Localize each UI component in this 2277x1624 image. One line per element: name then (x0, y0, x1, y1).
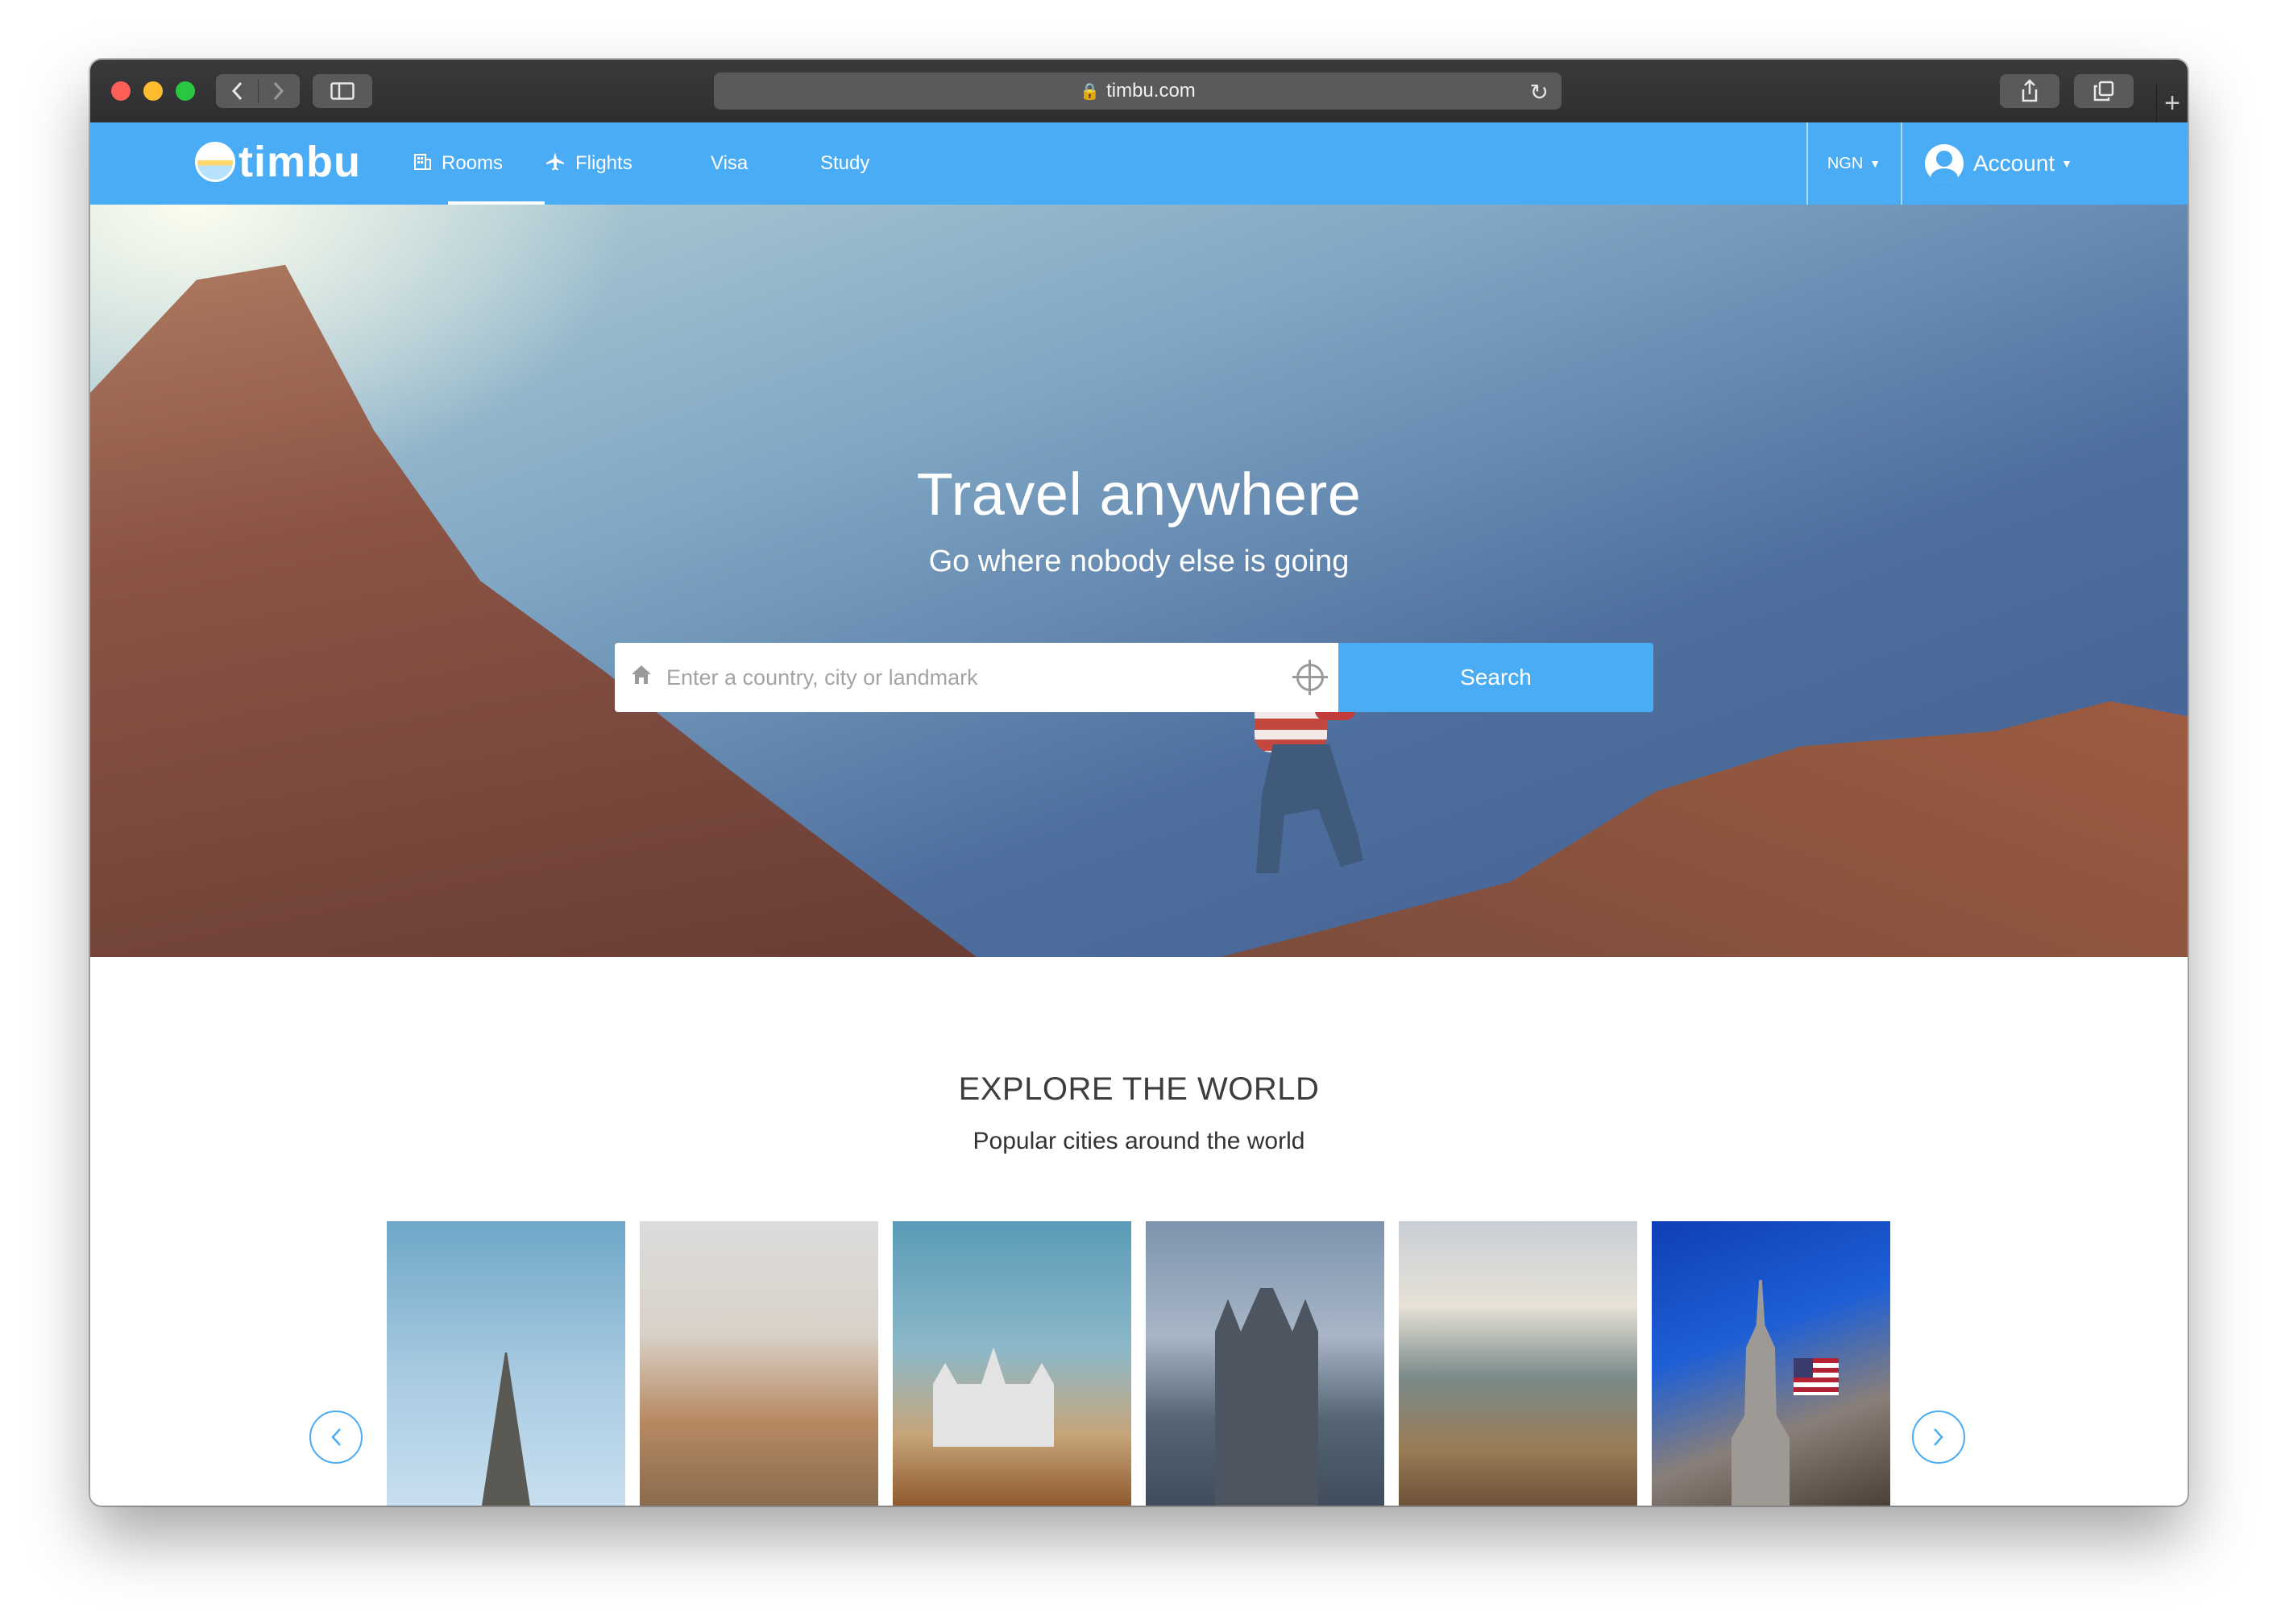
account-label: Account (1973, 151, 2055, 176)
minimize-window-button[interactable] (143, 81, 163, 101)
explore-section-subtitle: Popular cities around the world (973, 1128, 1305, 1154)
site-header: timbu Rooms Flights Visa Study NGN ▼ Acc… (90, 122, 2188, 205)
reload-icon[interactable]: ↻ (1530, 79, 1549, 106)
share-icon (2022, 79, 2038, 102)
currency-label: NGN (1827, 154, 1864, 172)
logo-mark (195, 142, 235, 182)
nav-study-label: Study (820, 152, 870, 174)
carousel-next-button[interactable] (1912, 1411, 1965, 1464)
sidebar-toggle-button[interactable] (313, 74, 372, 108)
city-card-empire-state[interactable] (1652, 1221, 1890, 1506)
city-card-old-town-river[interactable] (640, 1221, 878, 1506)
nav-visa[interactable]: Visa (711, 122, 820, 205)
tower-bridge-image (1215, 1288, 1318, 1506)
city-photo (1399, 1221, 1637, 1506)
search-field (615, 643, 1338, 712)
chevron-left-icon (331, 1428, 341, 1446)
browser-toolbar: 🔒 timbu.com ↻ + (90, 60, 2188, 123)
nav-flights-label: Flights (575, 152, 632, 174)
back-button[interactable] (216, 81, 258, 101)
city-card-coastal-city[interactable] (1399, 1221, 1637, 1506)
maximize-window-button[interactable] (176, 81, 195, 101)
carousel-prev-button[interactable] (309, 1411, 363, 1464)
main-nav: Rooms Flights Visa Study (413, 122, 917, 205)
nav-rooms[interactable]: Rooms (413, 122, 545, 205)
nav-rooms-label: Rooms (442, 152, 504, 174)
hero-background-rock-left (90, 264, 977, 957)
nav-divider (1901, 122, 1902, 205)
destination-search-input[interactable] (665, 652, 1296, 702)
brand-name: timbu (238, 138, 361, 186)
new-tab-button[interactable]: + (2156, 84, 2188, 122)
search-button[interactable]: Search (1338, 643, 1653, 712)
chevron-right-icon (274, 81, 284, 101)
nav-study[interactable]: Study (820, 122, 917, 205)
city-carousel (387, 1221, 1890, 1506)
city-card-castle[interactable] (893, 1221, 1131, 1506)
building-icon (413, 151, 432, 176)
address-bar[interactable]: 🔒 timbu.com ↻ (714, 72, 1562, 110)
nav-flights[interactable]: Flights (545, 122, 711, 205)
city-card-tower-bridge[interactable] (1146, 1221, 1384, 1506)
home-icon (629, 663, 657, 692)
hero-title: Travel anywhere (916, 461, 1362, 528)
show-tabs-button[interactable] (2074, 74, 2134, 108)
browser-window: 🔒 timbu.com ↻ + timbu Rooms Flights Visa… (90, 60, 2188, 1506)
city-photo (640, 1221, 878, 1506)
traveler-legs (1256, 744, 1363, 873)
city-card-eiffel-tower[interactable] (387, 1221, 625, 1506)
chevron-right-icon (1934, 1428, 1943, 1446)
close-window-button[interactable] (111, 81, 131, 101)
user-avatar-icon (1925, 144, 1964, 183)
currency-selector[interactable]: NGN ▼ (1808, 122, 1900, 205)
lock-icon: 🔒 (1080, 82, 1101, 101)
timbu-logo[interactable]: timbu (195, 137, 361, 187)
us-flag-image (1794, 1358, 1839, 1395)
destination-search: Search (615, 643, 1653, 712)
forward-button[interactable] (259, 81, 301, 101)
chevron-left-icon (231, 81, 242, 101)
hero-subtitle: Go where nobody else is going (928, 545, 1350, 578)
airplane-icon (545, 151, 566, 177)
current-location-icon[interactable] (1292, 660, 1328, 695)
caret-down-icon: ▼ (2061, 157, 2073, 170)
hero-banner: Travel anywhere Go where nobody else is … (90, 205, 2188, 957)
nav-visa-label: Visa (711, 152, 749, 174)
tabs-icon (2093, 81, 2114, 102)
history-nav (216, 74, 300, 108)
explore-section-title: EXPLORE THE WORLD (958, 1071, 1320, 1107)
share-button[interactable] (2000, 74, 2059, 108)
account-menu[interactable]: Account ▼ (1925, 122, 2072, 205)
address-url: timbu.com (1106, 80, 1196, 102)
caret-down-icon: ▼ (1869, 157, 1881, 170)
city-photo (893, 1221, 1131, 1506)
sidebar-icon (330, 82, 355, 100)
